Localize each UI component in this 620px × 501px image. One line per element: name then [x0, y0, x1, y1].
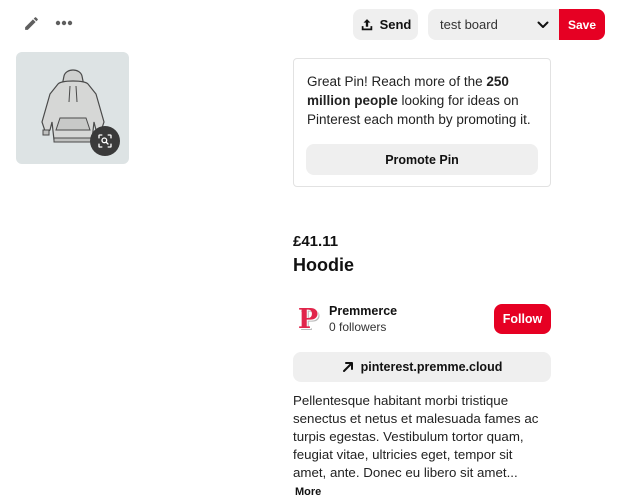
promote-text-start: Great Pin! Reach more of the: [307, 74, 487, 89]
board-select[interactable]: test board: [428, 9, 559, 40]
send-button[interactable]: Send: [353, 9, 418, 40]
visual-search-button[interactable]: [90, 126, 120, 156]
ellipsis-icon: [55, 20, 73, 26]
pencil-icon: [24, 16, 38, 30]
promote-text: Great Pin! Reach more of the 250 million…: [307, 72, 539, 129]
send-label: Send: [379, 17, 412, 32]
pin-description: Pellentesque habitant morbi tristique se…: [293, 392, 549, 501]
creator-followers: 0 followers: [329, 320, 387, 334]
product-price: £41.11: [293, 233, 339, 250]
more-link[interactable]: More: [295, 486, 321, 498]
more-options-button[interactable]: [52, 12, 76, 34]
source-link-label: pinterest.premme.cloud: [360, 360, 503, 374]
board-select-value: test board: [440, 17, 498, 32]
chevron-down-icon: [537, 21, 549, 28]
promote-card: Great Pin! Reach more of the 250 million…: [293, 58, 551, 187]
creator-name[interactable]: Premmerce: [329, 304, 397, 318]
creator-avatar[interactable]: P: [295, 304, 321, 335]
pin-title: Hoodie: [293, 255, 354, 275]
edit-button[interactable]: [20, 12, 42, 34]
visual-search-icon: [98, 134, 112, 148]
save-button[interactable]: Save: [559, 9, 605, 40]
arrow-up-right-icon: [342, 362, 353, 372]
pin-description-text: Pellentesque habitant morbi tristique se…: [293, 393, 539, 480]
source-link-button[interactable]: pinterest.premme.cloud: [293, 352, 551, 382]
share-upload-icon: [361, 18, 372, 30]
follow-button[interactable]: Follow: [494, 304, 551, 334]
promote-pin-button[interactable]: Promote Pin: [306, 144, 538, 175]
